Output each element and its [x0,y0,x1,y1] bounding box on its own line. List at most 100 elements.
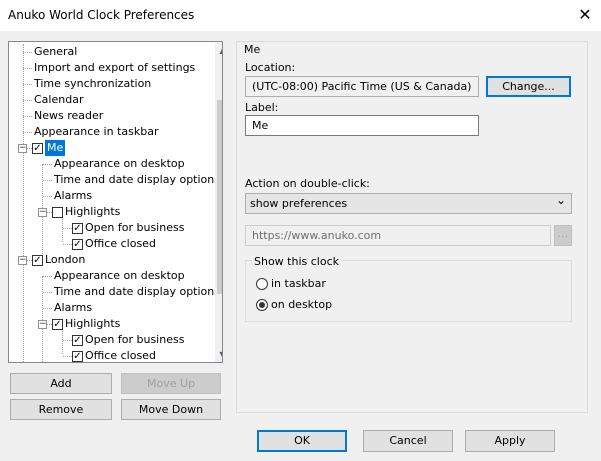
tree-item[interactable]: General [34,44,77,60]
tree-item-label: Alarms [54,189,93,202]
tree-item[interactable]: Time and date display options [54,284,220,300]
tree-item[interactable]: Import and export of settings [34,60,195,76]
checkbox-checked-icon[interactable]: ✓ [32,143,43,154]
tree-item-label: Office closed [85,237,156,250]
tree-item-label: Highlights [65,317,121,330]
tree-item[interactable]: ✓ Office closed [72,348,222,362]
radio-label: in taskbar [271,277,326,290]
tree-item[interactable]: ✓ Open for business [72,220,222,236]
close-icon[interactable]: ✕ [574,4,596,26]
url-input[interactable]: https://www.anuko.com [245,225,551,246]
checkbox-checked-icon[interactable]: ✓ [32,255,43,266]
tree-guide-line [23,52,32,53]
action-dropdown[interactable]: show preferences ⌄ [245,193,572,214]
tree-item-label: Appearance on desktop [54,269,185,282]
collapse-icon[interactable]: − [38,208,47,217]
tree-item[interactable]: Appearance on desktop [54,156,185,172]
tree-guide-line [23,68,32,69]
tree-item[interactable]: Appearance in taskbar [34,124,158,140]
radio-selected-dot [259,302,265,308]
ok-button[interactable]: OK [257,430,347,452]
browse-button[interactable]: ... [554,225,572,246]
tree-item[interactable]: Highlights [52,204,222,220]
tree-guide-line [43,308,52,309]
checkbox-checked-icon[interactable]: ✓ [52,319,63,330]
tree-item[interactable]: Time synchronization [34,76,151,92]
radio-on-desktop[interactable]: on desktop [256,297,346,313]
location-field: (UTC-08:00) Pacific Time (US & Canada) [245,76,479,97]
tree-guide-line [63,356,72,357]
tree-item-label: Import and export of settings [34,61,196,74]
checkbox-checked-icon[interactable]: ✓ [72,335,83,346]
panel-title: Me [244,43,261,56]
tree-item[interactable]: ✓ Open for business [72,332,222,348]
checkbox-checked-icon[interactable]: ✓ [72,239,83,250]
tree-guide-line [23,100,32,101]
cancel-button[interactable]: Cancel [363,430,453,452]
location-label: Location: [245,61,296,74]
tree-guide-line [63,228,72,229]
tree-item-label: General [34,45,78,58]
action-label: Action on double-click: [245,177,370,190]
checkbox-checked-icon[interactable]: ✓ [72,351,83,362]
scroll-up-icon[interactable]: ▲ [215,43,222,59]
tree-item-label: Appearance on desktop [54,157,185,170]
tree-item-label: Calendar [34,93,84,106]
checkbox-checked-icon[interactable]: ✓ [72,223,83,234]
radio-in-taskbar[interactable]: in taskbar [256,276,346,292]
tree-item-label: Open for business [85,221,185,234]
tree-item[interactable]: Alarms [54,188,92,204]
tree-guide-line [63,244,72,245]
tree-item-label: Time and date display options [54,173,220,186]
tree-item[interactable]: Calendar [34,92,83,108]
tree-guide-line [23,84,32,85]
tree-item-label: London [45,253,86,266]
tree-item[interactable]: Alarms [54,300,92,316]
tree-item[interactable]: News reader [34,108,103,124]
tree-item[interactable]: ✓ London [32,252,202,268]
tree-item[interactable]: Appearance on desktop [54,268,185,284]
chevron-down-icon: ⌄ [556,193,567,207]
tree-item[interactable]: ✓ Highlights [52,316,222,332]
tree-guide-line [43,276,52,277]
label-label: Label: [245,101,279,114]
tree-item-label: Highlights [65,205,121,218]
tree-guide-line [23,116,32,117]
tree-item-label: Me [45,140,66,156]
tree-item-label: Open for business [85,333,185,346]
add-button[interactable]: Add [10,373,112,394]
tree-item-label: News reader [34,109,104,122]
radio-circle [256,299,268,311]
tree-item-label: Time and date display options [54,285,220,298]
apply-button[interactable]: Apply [465,430,555,452]
tree-guide-line [23,132,32,133]
move-down-button[interactable]: Move Down [121,399,221,420]
scrollbar-thumb[interactable] [217,100,222,294]
tree-item[interactable]: ✓ Office closed [72,236,222,252]
tree-item-label: Time synchronization [34,77,152,90]
collapse-icon[interactable]: − [38,320,47,329]
tree-item-label: Appearance in taskbar [34,125,159,138]
tree-item-label: Office closed [85,349,156,362]
tree-item[interactable]: Time and date display options [54,172,220,188]
window-title: Anuko World Clock Preferences [8,8,195,22]
tree-guide-line [43,292,52,293]
radio-circle [256,278,268,290]
move-up-button[interactable]: Move Up [121,373,221,394]
tree-guide-line [43,180,52,181]
tree-item-label: Alarms [54,301,93,314]
tree-guide-line [43,196,52,197]
collapse-icon[interactable]: − [18,144,27,153]
tree-guide-line [23,44,24,362]
checkbox-icon[interactable] [52,207,63,218]
change-button[interactable]: Change... [486,76,571,97]
tree-guide-line [63,340,72,341]
label-input[interactable]: Me [245,115,479,136]
collapse-icon[interactable]: − [18,256,27,265]
scroll-down-icon[interactable]: ▼ [215,347,222,362]
settings-tree[interactable]: General Import and export of settings Time… [8,41,223,363]
tree-item[interactable]: ✓ Me [32,140,202,156]
tree-guide-line [43,164,52,165]
remove-button[interactable]: Remove [10,399,112,420]
show-clock-group-label: Show this clock [252,255,341,268]
